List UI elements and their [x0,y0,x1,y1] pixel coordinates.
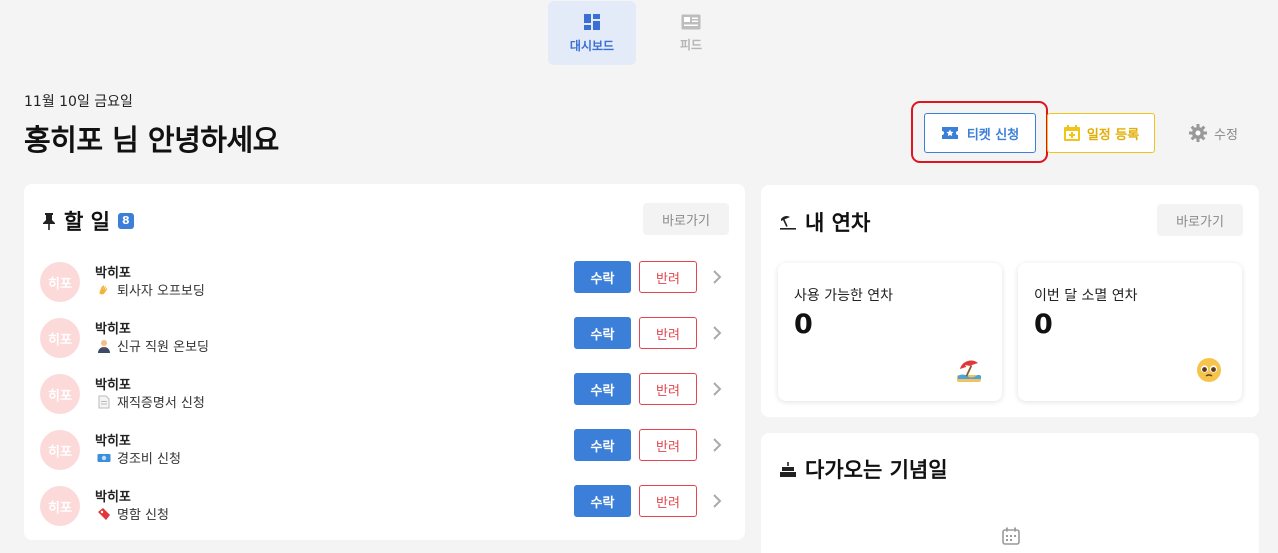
accept-button[interactable]: 수락 [574,429,631,461]
todo-requester: 박히포 [95,434,131,449]
leave-goto-button[interactable]: 바로가기 [1157,204,1243,236]
top-nav: 대시보드 피드 [548,1,735,65]
todo-title: 할 일 8 [42,206,134,236]
pin-icon [43,213,55,230]
expiring-leave-card: 이번 달 소멸 연차 0 [1018,263,1242,401]
todo-description-text: 재직증명서 신청 [117,396,205,411]
todo-description-text: 퇴사자 오프보딩 [117,284,205,299]
avatar: 히포 [40,374,80,414]
available-leave-value: 0 [794,309,813,340]
tab-feed[interactable]: 피드 [647,1,735,65]
available-leave-label: 사용 가능한 연차 [794,288,894,304]
expiring-leave-label: 이번 달 소멸 연차 [1034,288,1138,304]
todo-item: 히포 박히포 신규 직원 온보딩 수락 반려 [24,317,745,374]
leave-card: 내 연차 바로가기 사용 가능한 연차 0 이번 달 소멸 연차 0 [761,185,1259,417]
tab-feed-label: 피드 [679,37,703,52]
calendar-icon [1002,527,1020,545]
todo-requester: 박히포 [95,378,131,393]
person-suit-icon [98,339,110,353]
todo-description: 재직증명서 신청 [97,392,205,411]
avatar: 히포 [40,486,80,526]
available-leave-card: 사용 가능한 연차 0 [778,263,1002,401]
todo-requester: 박히포 [95,322,131,337]
todo-description-text: 신규 직원 온보딩 [117,340,209,355]
reject-button[interactable]: 반려 [639,485,697,517]
gear-icon [1189,124,1207,142]
reject-button[interactable]: 반려 [639,317,697,349]
feed-icon [681,14,701,29]
todo-card: 할 일 8 바로가기 히포 박히포 퇴사자 오프보딩 수락 반려 히포 박히포 … [24,184,745,540]
reject-button[interactable]: 반려 [639,429,697,461]
leave-title-text: 내 연차 [805,211,871,235]
todo-item: 히포 박히포 재직증명서 신청 수락 반려 [24,373,745,430]
cake-icon [780,462,796,477]
reject-button[interactable]: 반려 [639,261,697,293]
todo-title-text: 할 일 [64,210,110,234]
todo-goto-button[interactable]: 바로가기 [643,203,729,235]
edit-label: 수정 [1214,127,1238,143]
schedule-register-button[interactable]: 일정 등록 [1047,113,1155,153]
todo-description-text: 경조비 신청 [117,452,181,467]
dashboard-icon [584,13,600,30]
money-icon [97,453,111,462]
todo-description: 퇴사자 오프보딩 [97,280,205,299]
accept-button[interactable]: 수락 [574,485,631,517]
page-title: 홍히포 님 안녕하세요 [24,123,279,157]
anniversary-title: 다가오는 기념일 [779,454,948,484]
ticket-icon [98,507,110,520]
calendar-plus-icon [1063,125,1080,141]
accept-button[interactable]: 수락 [574,261,631,293]
chevron-right-icon[interactable] [710,268,724,286]
reject-button[interactable]: 반려 [639,373,697,405]
todo-requester: 박히포 [95,490,131,505]
chevron-right-icon[interactable] [710,380,724,398]
pleading-face-icon [1197,358,1221,382]
anniversary-title-text: 다가오는 기념일 [805,458,948,482]
chevron-right-icon[interactable] [710,324,724,342]
anniversary-card: 다가오는 기념일 [761,433,1259,553]
ticket-request-label: 티켓 신청 [966,127,1020,143]
avatar: 히포 [40,262,80,302]
todo-item: 히포 박히포 퇴사자 오프보딩 수락 반려 [24,261,745,318]
todo-description: 신규 직원 온보딩 [97,336,209,355]
document-icon [98,395,110,408]
ticket-request-button[interactable]: 티켓 신청 [924,113,1036,153]
accept-button[interactable]: 수락 [574,373,631,405]
tab-dashboard-label: 대시보드 [569,38,615,53]
todo-item: 히포 박히포 경조비 신청 수락 반려 [24,429,745,486]
avatar: 히포 [40,430,80,470]
tab-dashboard[interactable]: 대시보드 [548,1,636,65]
todo-description: 명함 신청 [97,504,169,523]
leave-title: 내 연차 [779,207,870,237]
chevron-right-icon[interactable] [710,436,724,454]
todo-description: 경조비 신청 [97,448,181,467]
waving-hand-icon [99,285,108,295]
expiring-leave-value: 0 [1034,309,1053,340]
schedule-register-label: 일정 등록 [1086,127,1140,143]
todo-count-badge: 8 [117,213,134,229]
avatar: 히포 [40,318,80,358]
accept-button[interactable]: 수락 [574,317,631,349]
beach-icon [780,215,796,230]
beach-umbrella-icon [957,360,981,382]
todo-requester: 박히포 [95,266,131,281]
todo-description-text: 명함 신청 [117,508,169,523]
current-date: 11월 10일 금요일 [24,94,133,110]
ticket-icon [941,127,958,139]
todo-item: 히포 박히포 명함 신청 수락 반려 [24,485,745,542]
chevron-right-icon[interactable] [710,492,724,510]
edit-button[interactable]: 수정 [1188,120,1238,146]
